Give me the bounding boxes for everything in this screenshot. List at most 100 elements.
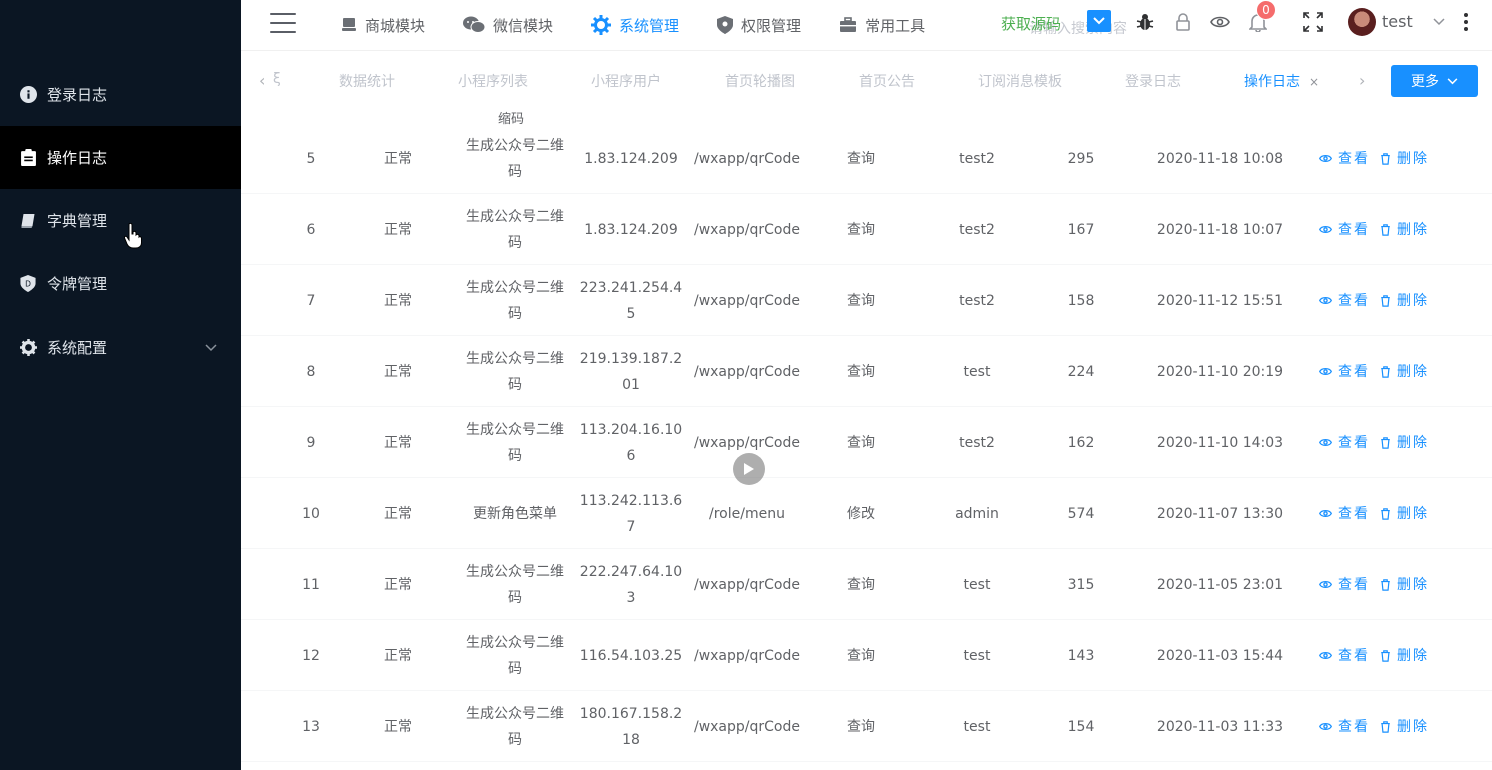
source-dropdown-button[interactable] xyxy=(1087,10,1111,32)
lock-icon[interactable] xyxy=(1173,10,1193,34)
tab-login-log[interactable]: 登录日志 xyxy=(1125,71,1181,91)
row-date: 2020-11-03 11:33 xyxy=(1156,718,1284,735)
row-status: 正常 xyxy=(384,576,412,593)
delete-button[interactable]: 删除 xyxy=(1380,146,1429,172)
top-nav-wechat[interactable]: 微信模块 xyxy=(463,15,553,36)
row-duration: 574 xyxy=(1067,505,1095,522)
view-button[interactable]: 查看 xyxy=(1319,501,1370,527)
view-button[interactable]: 查看 xyxy=(1319,146,1370,172)
sidebar-item-label: 令牌管理 xyxy=(47,275,108,293)
view-button[interactable]: 查看 xyxy=(1319,430,1370,456)
top-nav-label: 权限管理 xyxy=(741,16,802,35)
hand-cursor-icon xyxy=(123,222,142,253)
row-date: 2020-11-12 15:51 xyxy=(1156,292,1284,309)
tab-scroll-right-icon[interactable]: › xyxy=(1359,71,1365,90)
row-actions: 查看 删除 xyxy=(1319,549,1449,620)
tab-mini-program-users[interactable]: 小程序用户 xyxy=(591,71,661,91)
view-button[interactable]: 查看 xyxy=(1319,572,1370,598)
sidebar-item-system-config[interactable]: 系统配置 xyxy=(0,316,241,379)
play-icon[interactable] xyxy=(733,453,765,485)
row-type: 查询 xyxy=(847,221,875,238)
close-icon[interactable]: × xyxy=(1309,75,1319,89)
delete-button[interactable]: 删除 xyxy=(1380,572,1429,598)
top-nav-tools[interactable]: 常用工具 xyxy=(839,15,925,36)
get-source-link[interactable]: 获取源码 xyxy=(1001,13,1061,34)
row-url: /wxapp/qrCode xyxy=(693,576,800,593)
shield-icon: D xyxy=(19,275,37,293)
row-duration: 158 xyxy=(1067,292,1095,309)
eye-icon xyxy=(1319,154,1338,163)
eye-icon xyxy=(1319,438,1338,447)
more-vertical-icon[interactable] xyxy=(1459,10,1473,34)
tab-label: 操作日志 xyxy=(1244,74,1300,90)
view-button[interactable]: 查看 xyxy=(1319,288,1370,314)
sidebar-item-dictionary[interactable]: 字典管理 xyxy=(0,189,241,252)
delete-label: 删除 xyxy=(1397,150,1429,167)
avatar[interactable] xyxy=(1348,8,1376,36)
delete-button[interactable]: 删除 xyxy=(1380,359,1429,385)
row-duration: 162 xyxy=(1067,434,1095,451)
trash-icon xyxy=(1380,720,1397,733)
chevron-down-icon[interactable] xyxy=(1431,10,1447,34)
row-type: 查询 xyxy=(847,292,875,309)
delete-button[interactable]: 删除 xyxy=(1380,217,1429,243)
bug-icon[interactable] xyxy=(1135,10,1155,34)
row-actions: 查看 删除 xyxy=(1319,407,1449,478)
row-description: 生成公众号二维码 xyxy=(466,137,564,180)
more-button[interactable]: 更多 xyxy=(1391,65,1478,97)
top-nav-mall[interactable]: 商城模块 xyxy=(341,15,425,36)
tab-scroll-left-icon[interactable]: ‹ xyxy=(259,71,265,90)
view-label: 查看 xyxy=(1338,718,1370,735)
sidebar-item-token[interactable]: D 令牌管理 xyxy=(0,252,241,315)
trash-icon xyxy=(1380,365,1397,378)
username[interactable]: test xyxy=(1382,12,1413,31)
wechat-icon xyxy=(463,16,486,33)
eye-icon xyxy=(1319,509,1338,518)
sidebar-item-login-log[interactable]: 登录日志 xyxy=(0,63,241,126)
trash-icon xyxy=(1380,578,1397,591)
tab-home-banner[interactable]: 首页轮播图 xyxy=(725,71,795,91)
trash-icon xyxy=(1380,294,1397,307)
delete-button[interactable]: 删除 xyxy=(1380,714,1429,740)
tab-partial[interactable]: ξ xyxy=(273,71,281,87)
view-button[interactable]: 查看 xyxy=(1319,714,1370,740)
row-ip: 222.247.64.103 xyxy=(579,563,683,606)
chevron-down-icon xyxy=(205,338,217,356)
tab-subscribe-template[interactable]: 订阅消息模板 xyxy=(978,71,1062,91)
tab-mini-program-list[interactable]: 小程序列表 xyxy=(458,71,528,91)
row-description: 生成公众号二维码 xyxy=(466,563,564,606)
row-id: 10 xyxy=(302,505,320,522)
row-url: /wxapp/qrCode xyxy=(693,150,800,167)
delete-button[interactable]: 删除 xyxy=(1380,288,1429,314)
view-label: 查看 xyxy=(1338,363,1370,380)
tab-operation-log[interactable]: 操作日志 × xyxy=(1244,71,1319,91)
tab-home-notice[interactable]: 首页公告 xyxy=(859,71,915,91)
row-status: 正常 xyxy=(384,505,412,522)
delete-button[interactable]: 删除 xyxy=(1380,430,1429,456)
row-description: 生成公众号二维码 xyxy=(466,421,564,464)
eye-icon xyxy=(1319,580,1338,589)
eye-icon xyxy=(1319,722,1338,731)
chevron-down-icon xyxy=(1447,77,1458,84)
row-type: 修改 xyxy=(847,505,875,522)
row-type: 查询 xyxy=(847,434,875,451)
view-button[interactable]: 查看 xyxy=(1319,643,1370,669)
eye-icon xyxy=(1319,651,1338,660)
row-id: 12 xyxy=(302,647,320,664)
row-id: 9 xyxy=(306,434,316,451)
hamburger-icon[interactable] xyxy=(270,13,296,35)
fullscreen-icon[interactable] xyxy=(1302,10,1324,34)
sidebar-item-operation-log[interactable]: 操作日志 xyxy=(0,126,241,189)
tab-stats[interactable]: 数据统计 xyxy=(339,71,395,91)
sidebar: 登录日志 操作日志 字典管理 D 令牌管理 系统配置 xyxy=(0,0,241,770)
eye-icon[interactable] xyxy=(1209,10,1231,34)
view-button[interactable]: 查看 xyxy=(1319,217,1370,243)
top-nav-permission[interactable]: 权限管理 xyxy=(717,15,801,36)
top-nav-system[interactable]: 系统管理 xyxy=(591,15,679,36)
row-url: /wxapp/qrCode xyxy=(693,363,800,380)
delete-button[interactable]: 删除 xyxy=(1380,501,1429,527)
row-type: 查询 xyxy=(847,363,875,380)
view-button[interactable]: 查看 xyxy=(1319,359,1370,385)
row-id: 8 xyxy=(306,363,316,380)
delete-button[interactable]: 删除 xyxy=(1380,643,1429,669)
